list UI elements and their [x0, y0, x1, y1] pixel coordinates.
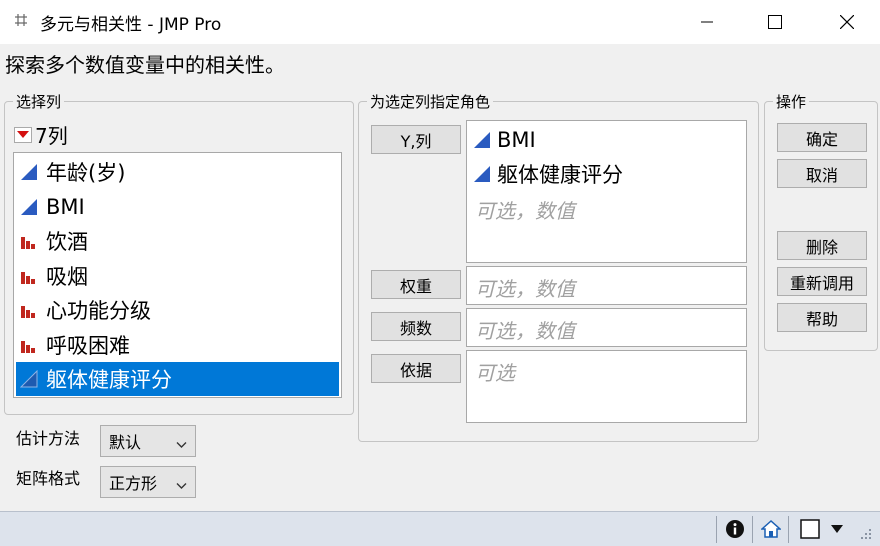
weight-role-field[interactable]: 可选，数值 [466, 266, 747, 305]
info-icon[interactable] [724, 518, 746, 540]
continuous-icon [20, 197, 40, 217]
continuous-icon [473, 131, 491, 149]
chevron-down-icon [176, 475, 187, 494]
column-list-item[interactable]: 呼吸困难 [16, 328, 339, 362]
column-list-item[interactable]: 心功能分级 [16, 293, 339, 327]
column-list-item-label: 躯体健康评分 [46, 368, 172, 392]
ok-button[interactable]: 确定 [777, 123, 867, 152]
window-list-icon[interactable] [799, 518, 821, 540]
column-list-item-label: 饮酒 [46, 230, 88, 254]
status-bar [0, 511, 880, 546]
y-role-item[interactable]: BMI [467, 123, 746, 157]
by-role-placeholder: 可选 [475, 361, 515, 385]
maximize-button[interactable] [752, 0, 798, 44]
window-title: 多元与相关性 - JMP Pro [40, 15, 222, 35]
by-role-button[interactable]: 依据 [371, 354, 461, 383]
estimation-method-select[interactable]: 默认 [100, 425, 196, 457]
matrix-format-value: 正方形 [109, 474, 158, 493]
select-columns-title: 选择列 [13, 91, 65, 112]
status-separator [752, 516, 753, 543]
cancel-button[interactable]: 取消 [777, 159, 867, 188]
column-list-item-label: 心功能分级 [46, 299, 151, 323]
remove-button[interactable]: 删除 [777, 231, 867, 260]
recall-button[interactable]: 重新调用 [777, 267, 867, 296]
y-role-item[interactable]: 躯体健康评分 [467, 157, 746, 191]
column-list-item-label: 吸烟 [46, 264, 88, 289]
column-list-item[interactable]: 年龄(岁) [16, 155, 339, 189]
column-list-item[interactable]: 吸烟 [16, 259, 339, 293]
resize-grip-icon[interactable] [856, 524, 874, 542]
column-list-item-label: 呼吸困难 [46, 333, 130, 358]
column-list-item[interactable]: 饮酒 [16, 224, 339, 258]
chevron-down-icon [176, 434, 187, 453]
column-count-label: 7列 [35, 124, 68, 148]
continuous-icon [20, 162, 40, 182]
home-icon[interactable] [760, 518, 782, 540]
matrix-format-label: 矩阵格式 [16, 469, 81, 488]
estimation-method-label: 估计方法 [16, 429, 81, 448]
weight-role-button[interactable]: 权重 [371, 270, 461, 299]
continuous-icon [473, 165, 491, 183]
ordinal-icon [20, 335, 40, 355]
instruction-text: 探索多个数值变量中的相关性。 [5, 53, 285, 77]
column-list-item-label: 年龄(岁) [46, 161, 126, 185]
freq-role-placeholder: 可选，数值 [475, 319, 575, 343]
cast-roles-title: 为选定列指定角色 [367, 91, 494, 112]
close-button[interactable] [824, 0, 870, 44]
column-filter-dropdown[interactable] [14, 126, 32, 143]
freq-role-button[interactable]: 频数 [371, 312, 461, 341]
freq-role-field[interactable]: 可选，数值 [466, 308, 747, 347]
ordinal-icon [20, 231, 40, 251]
y-role-list[interactable]: BMI 躯体健康评分 可选，数值 [466, 120, 747, 263]
help-button[interactable]: 帮助 [777, 303, 867, 332]
title-bar: 多元与相关性 - JMP Pro [0, 0, 880, 44]
grid-icon [14, 13, 30, 29]
column-list-item[interactable]: 躯体健康评分 [16, 362, 339, 396]
minimize-button[interactable] [684, 0, 730, 44]
matrix-format-select[interactable]: 正方形 [100, 466, 196, 498]
actions-title: 操作 [773, 91, 810, 112]
continuous-icon [19, 369, 40, 389]
estimation-method-value: 默认 [109, 433, 142, 452]
y-role-placeholder: 可选，数值 [475, 199, 575, 223]
status-separator [788, 516, 789, 543]
column-list-item[interactable]: BMI [16, 190, 339, 224]
column-count: 7列 [14, 120, 68, 149]
y-role-button[interactable]: Y,列 [371, 125, 461, 154]
ordinal-icon [20, 300, 40, 320]
by-role-field[interactable]: 可选 [466, 350, 747, 423]
column-list-item-label: BMI [46, 194, 85, 219]
status-separator [716, 516, 717, 543]
column-list[interactable]: 年龄(岁) BMI 饮酒吸烟心功能分级呼吸困难躯体健康评分 [13, 152, 342, 398]
dropdown-icon[interactable] [826, 518, 848, 540]
ordinal-icon [20, 266, 40, 286]
weight-role-placeholder: 可选，数值 [475, 277, 575, 301]
